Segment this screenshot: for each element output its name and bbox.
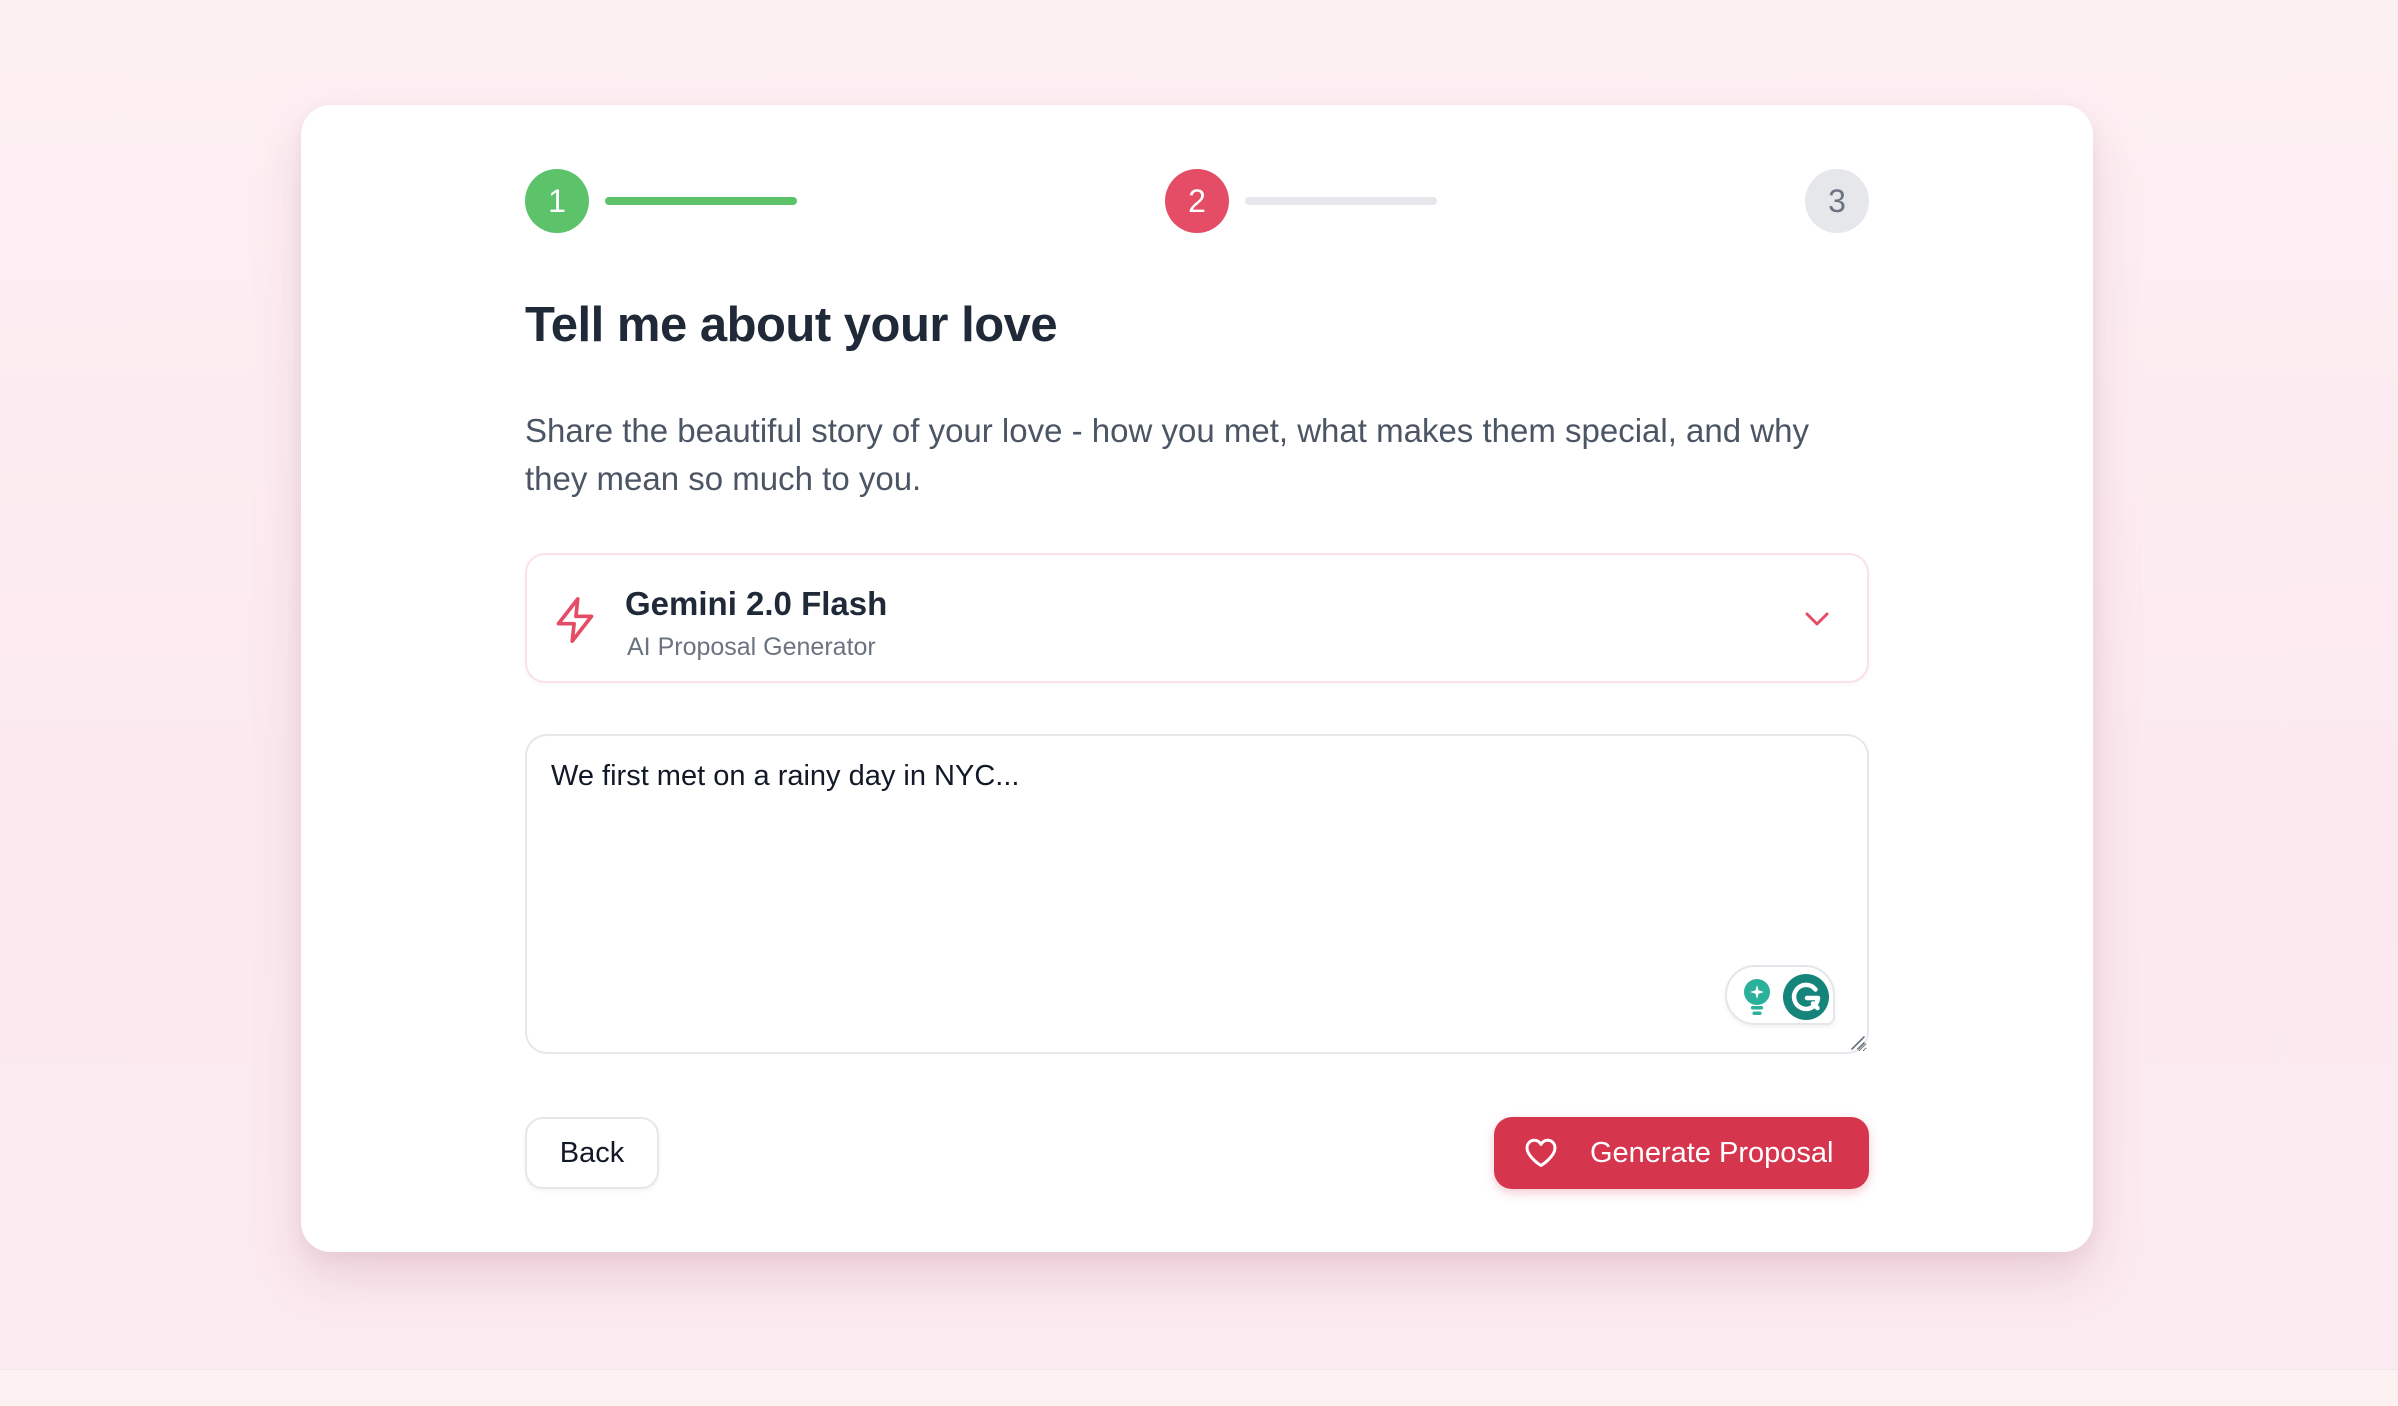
generate-proposal-label: Generate Proposal bbox=[1590, 1137, 1834, 1169]
step-3-indicator: 3 bbox=[1805, 169, 1869, 233]
generate-proposal-button[interactable]: Generate Proposal bbox=[1494, 1117, 1869, 1189]
back-button[interactable]: Back bbox=[525, 1117, 659, 1189]
love-story-textarea[interactable]: We first met on a rainy day in NYC... bbox=[525, 734, 1869, 1054]
lightning-bolt-icon bbox=[556, 597, 594, 643]
chevron-down-icon bbox=[1805, 612, 1829, 626]
grammarly-widget[interactable] bbox=[1725, 965, 1835, 1025]
page-description: Share the beautiful story of your love -… bbox=[525, 412, 1809, 497]
step-2-number: 2 bbox=[1188, 182, 1206, 219]
resize-handle-icon[interactable] bbox=[1849, 1034, 1865, 1050]
step-1-progress-line bbox=[605, 197, 797, 205]
step-3-number: 3 bbox=[1828, 182, 1846, 219]
model-name: Gemini 2.0 Flash bbox=[625, 585, 888, 622]
step-2-indicator: 2 bbox=[1165, 169, 1229, 233]
step-1-indicator: 1 bbox=[525, 169, 589, 233]
card-content: 1 2 3 Tell me about your love Share the … bbox=[525, 105, 1869, 1252]
proposal-wizard-card: 1 2 3 Tell me about your love Share the … bbox=[301, 105, 2093, 1252]
page-footer-strip bbox=[0, 1369, 2398, 1406]
heart-icon bbox=[1525, 1138, 1557, 1167]
step-1-number: 1 bbox=[548, 182, 566, 219]
grammarly-g-icon[interactable] bbox=[1781, 972, 1831, 1022]
model-selector-dropdown[interactable]: Gemini 2.0 Flash AI Proposal Generator bbox=[525, 553, 1869, 683]
progress-stepper: 1 2 3 bbox=[525, 169, 1869, 233]
page-title: Tell me about your love bbox=[525, 298, 1058, 352]
model-subtitle: AI Proposal Generator bbox=[627, 633, 876, 661]
step-2-progress-line bbox=[1245, 197, 1437, 205]
lightbulb-icon[interactable] bbox=[1737, 975, 1777, 1017]
